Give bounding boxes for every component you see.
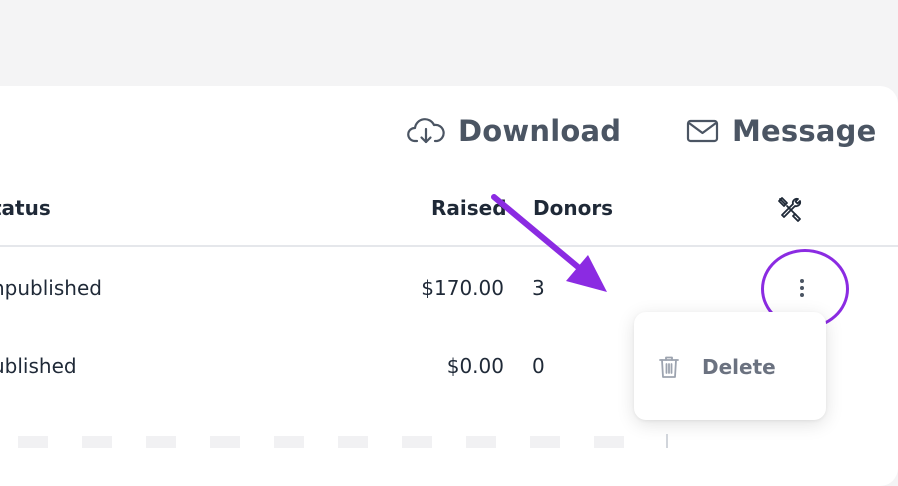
row-actions-menu: Delete [634, 312, 826, 420]
menu-item-delete[interactable]: Delete [658, 350, 776, 384]
trash-icon [659, 356, 679, 378]
delete-label: Delete [702, 355, 776, 379]
partially-visible-row [0, 432, 898, 448]
